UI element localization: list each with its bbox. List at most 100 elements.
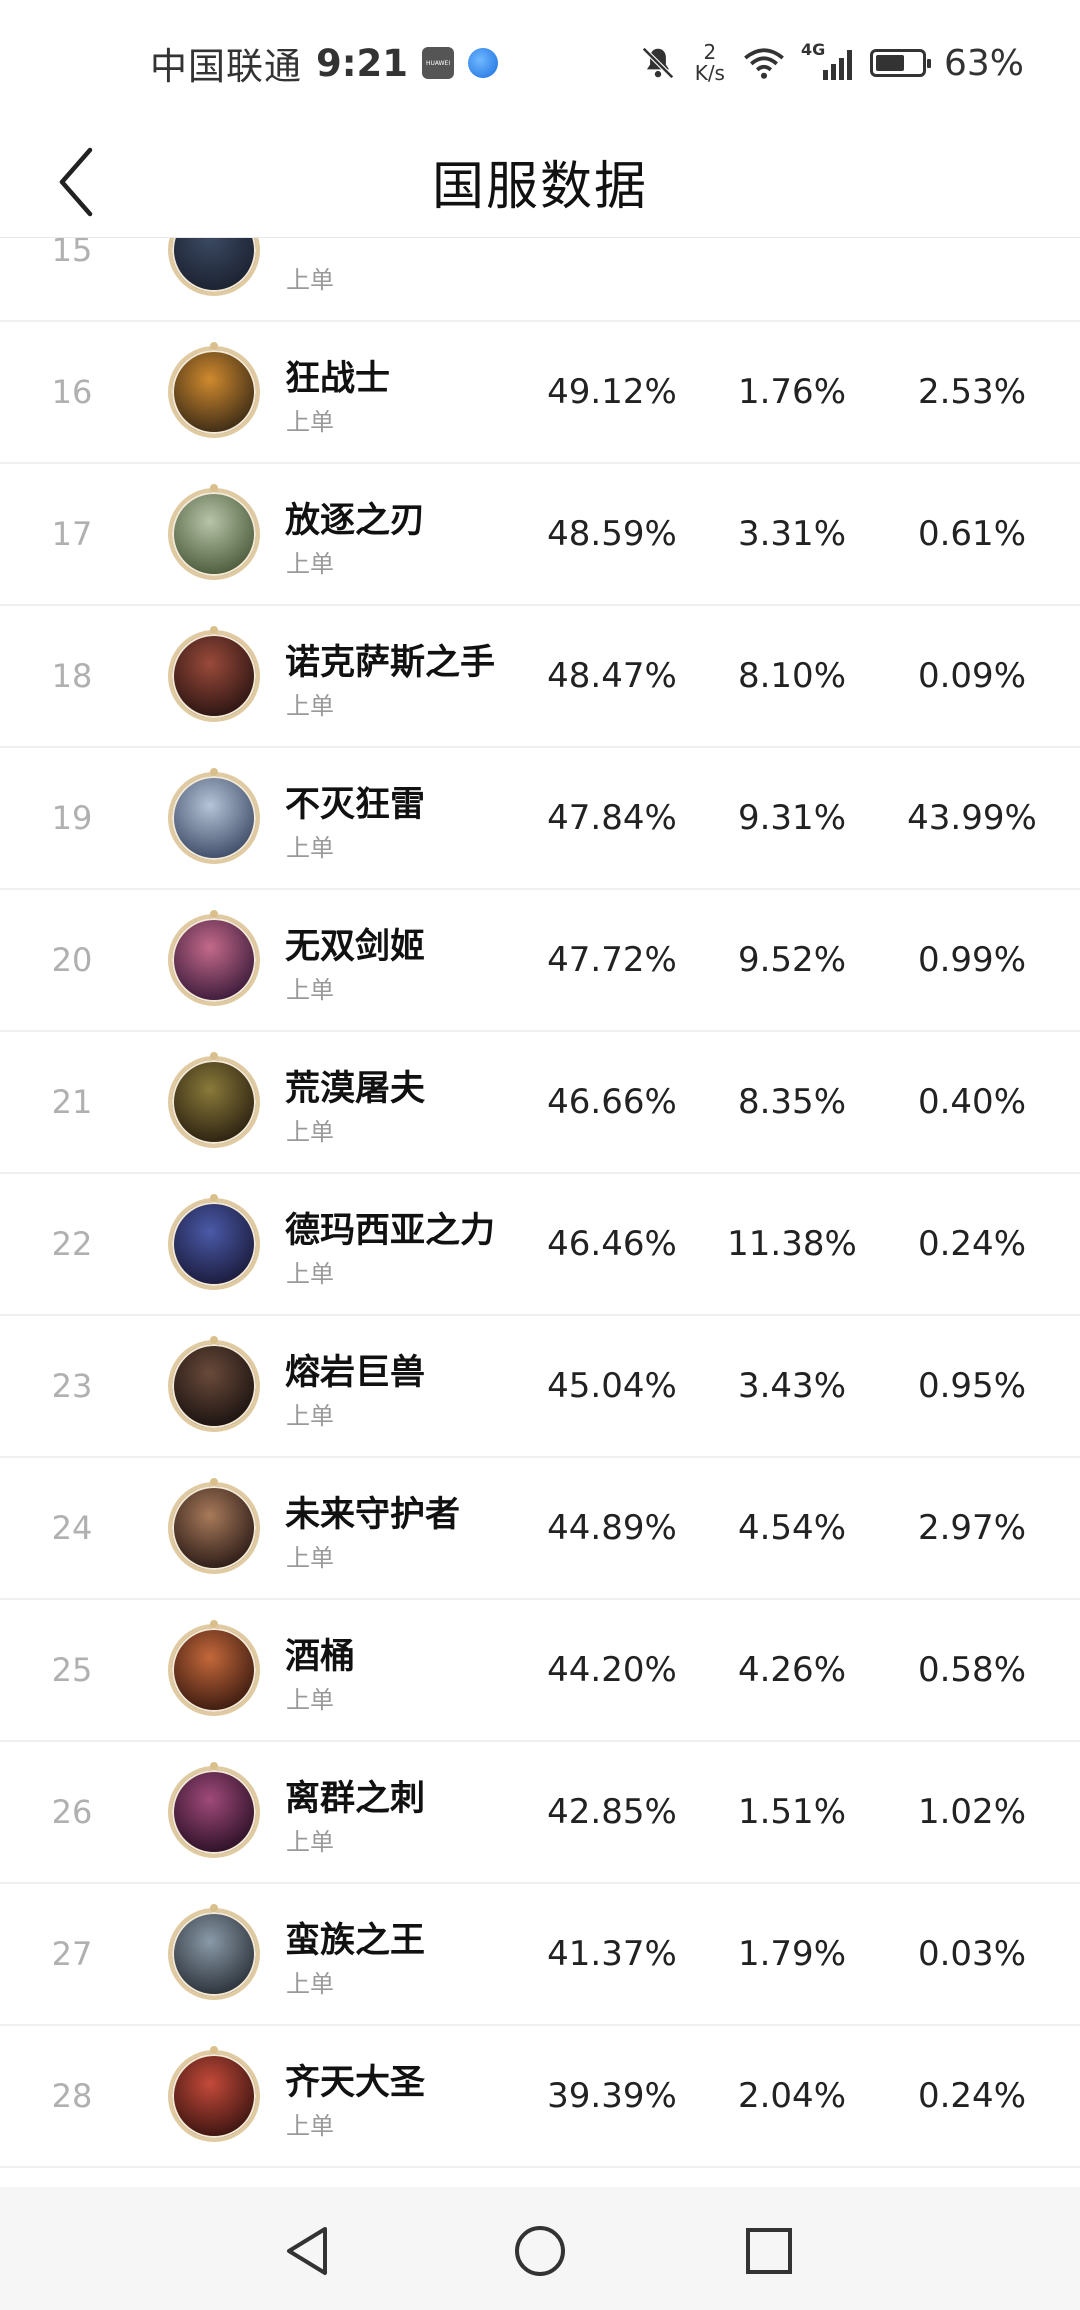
hero-avatar	[168, 1194, 260, 1290]
hero-name: 酒桶	[285, 1637, 356, 1677]
hero-name: 德玛西亚之力	[285, 1211, 496, 1251]
hero-row[interactable]: 19 不灭狂雷 上单 47.84% 9.31% 43.99%	[0, 748, 1080, 890]
ban-rate: 0.40%	[917, 1082, 1026, 1122]
rank-number: 19	[51, 799, 93, 837]
triangle-back-icon	[287, 2227, 327, 2275]
rank-number: 15	[51, 237, 93, 269]
network-speed: 2 K/s	[695, 42, 725, 84]
rank-number: 28	[51, 2077, 93, 2115]
win-rate: 49.12%	[547, 372, 677, 412]
rank-number: 24	[51, 1509, 93, 1547]
ban-rate: 2.53%	[917, 372, 1026, 412]
hero-name: 诺克萨斯之手	[285, 643, 496, 683]
hero-avatar	[168, 484, 260, 580]
back-button[interactable]	[36, 137, 116, 227]
rank-number: 26	[51, 1793, 93, 1831]
battery-percent: 63%	[943, 42, 1024, 84]
hero-position: 上单	[286, 1260, 334, 1288]
nav-back-button[interactable]	[269, 2213, 345, 2289]
pick-rate: 2.04%	[737, 2076, 846, 2116]
network-speed-unit: K/s	[694, 61, 725, 85]
hero-name: 未来守护者	[285, 1495, 461, 1535]
hero-row[interactable]: 18 诺克萨斯之手上单 48.47% 8.10% 0.09%	[0, 606, 1080, 748]
pick-rate: 3.31%	[737, 514, 846, 554]
hero-avatar	[168, 237, 260, 296]
hero-row[interactable]: 23 熔岩巨兽 上单 45.04% 3.43% 0.95%	[0, 1316, 1080, 1458]
nav-recents-button[interactable]	[731, 2213, 807, 2289]
hero-name: 熔岩巨兽	[285, 1353, 426, 1393]
circle-home-icon	[515, 2226, 565, 2276]
hero-avatar	[168, 1336, 260, 1432]
rank-number: 17	[51, 515, 93, 553]
win-rate: 46.66%	[547, 1082, 677, 1122]
pick-rate: 4.26%	[737, 1650, 846, 1690]
hero-row[interactable]: 22 德玛西亚之力 上单 46.46% 11.38% 0.24%	[0, 1174, 1080, 1316]
hero-row[interactable]: 27 蛮族之王 上单 41.37% 1.79% 0.03%	[0, 1884, 1080, 2026]
signal-bars-icon	[822, 50, 852, 80]
chevron-left-icon	[59, 147, 93, 217]
hero-position: 上单	[286, 550, 334, 578]
hero-name: 放逐之刃	[285, 501, 426, 541]
hero-row[interactable]: 25 酒桶 上单 44.20% 4.26% 0.58%	[0, 1600, 1080, 1742]
huawei-app-icon: HUAWEI	[422, 47, 455, 79]
hero-position: 上单	[286, 834, 334, 862]
hero-avatar	[168, 342, 260, 438]
hero-stats-list[interactable]: 15 上单 16 狂战士 上单 49.12% 1.76% 2.53% 17 放逐之刃 上单 48.59…	[0, 237, 1080, 2187]
hero-name: 离群之刺	[285, 1779, 426, 1819]
nav-home-button[interactable]	[502, 2213, 578, 2289]
hero-name: 狂战士	[285, 359, 391, 399]
hero-position: 上单	[286, 408, 334, 436]
pick-rate: 1.79%	[737, 1934, 846, 1974]
rank-number: 21	[51, 1083, 93, 1121]
win-rate: 44.89%	[547, 1508, 677, 1548]
win-rate: 48.47%	[547, 656, 677, 696]
hero-row[interactable]: 17 放逐之刃 上单 48.59% 3.31% 0.61%	[0, 464, 1080, 606]
wifi-icon	[744, 48, 784, 79]
hero-row[interactable]: 26 离群之刺 上单 42.85% 1.51% 1.02%	[0, 1742, 1080, 1884]
hero-position: 上单	[286, 1402, 334, 1430]
hero-row[interactable]: 16 狂战士 上单 49.12% 1.76% 2.53%	[0, 322, 1080, 464]
hero-row[interactable]: 20 无双剑姬 上单 47.72% 9.52% 0.99%	[0, 890, 1080, 1032]
rank-number: 22	[51, 1225, 93, 1263]
win-rate: 48.59%	[547, 514, 677, 554]
ban-rate: 0.09%	[917, 656, 1026, 696]
ban-rate: 0.95%	[917, 1366, 1026, 1406]
hero-name: 荒漠屠夫	[285, 1069, 426, 1109]
hero-avatar	[168, 1620, 260, 1716]
hero-row[interactable]: 24 未来守护者 上单 44.89% 4.54% 2.97%	[0, 1458, 1080, 1600]
rank-number: 18	[51, 657, 93, 695]
status-bar-right: 2 K/s 4G 63%	[639, 36, 1024, 90]
title-bar: 国服数据	[0, 125, 1080, 238]
hero-row[interactable]: 21 荒漠屠夫上单 46.66% 8.35% 0.40%	[0, 1032, 1080, 1174]
hero-avatar	[168, 768, 260, 864]
clock-time: 9:21	[316, 41, 409, 85]
cellular-signal: 4G	[801, 40, 852, 80]
network-type-label: 4G	[800, 40, 826, 59]
ban-rate: 0.99%	[917, 940, 1026, 980]
hero-stats-list-content: 15 上单 16 狂战士 上单 49.12% 1.76% 2.53% 17 放逐之刃 上单 48.59…	[0, 237, 1080, 2168]
rank-number: 20	[51, 941, 93, 979]
battery-level-fill	[875, 55, 904, 71]
pick-rate: 9.52%	[737, 940, 846, 980]
browser-app-icon	[468, 48, 499, 78]
pick-rate: 8.10%	[737, 656, 846, 696]
ban-rate: 0.58%	[917, 1650, 1026, 1690]
hero-avatar	[168, 1762, 260, 1858]
win-rate	[522, 237, 702, 320]
hero-position: 上单	[286, 1118, 334, 1146]
hero-avatar	[168, 626, 260, 722]
hero-position: 上单	[286, 1686, 334, 1714]
pick-rate: 8.35%	[737, 1082, 846, 1122]
win-rate: 46.46%	[547, 1224, 677, 1264]
hero-avatar	[168, 1478, 260, 1574]
hero-row[interactable]: 15 上单	[0, 237, 1080, 322]
win-rate: 45.04%	[547, 1366, 677, 1406]
hero-row[interactable]: 28 齐天大圣 上单 39.39% 2.04% 0.24%	[0, 2026, 1080, 2168]
pick-rate: 1.51%	[737, 1792, 846, 1832]
win-rate: 39.39%	[547, 2076, 677, 2116]
hero-position: 上单	[286, 692, 334, 720]
ban-rate: 0.24%	[917, 1224, 1026, 1264]
hero-position: 上单	[286, 266, 334, 294]
hero-name: 蛮族之王	[285, 1921, 426, 1961]
hero-position: 上单	[286, 1544, 334, 1572]
